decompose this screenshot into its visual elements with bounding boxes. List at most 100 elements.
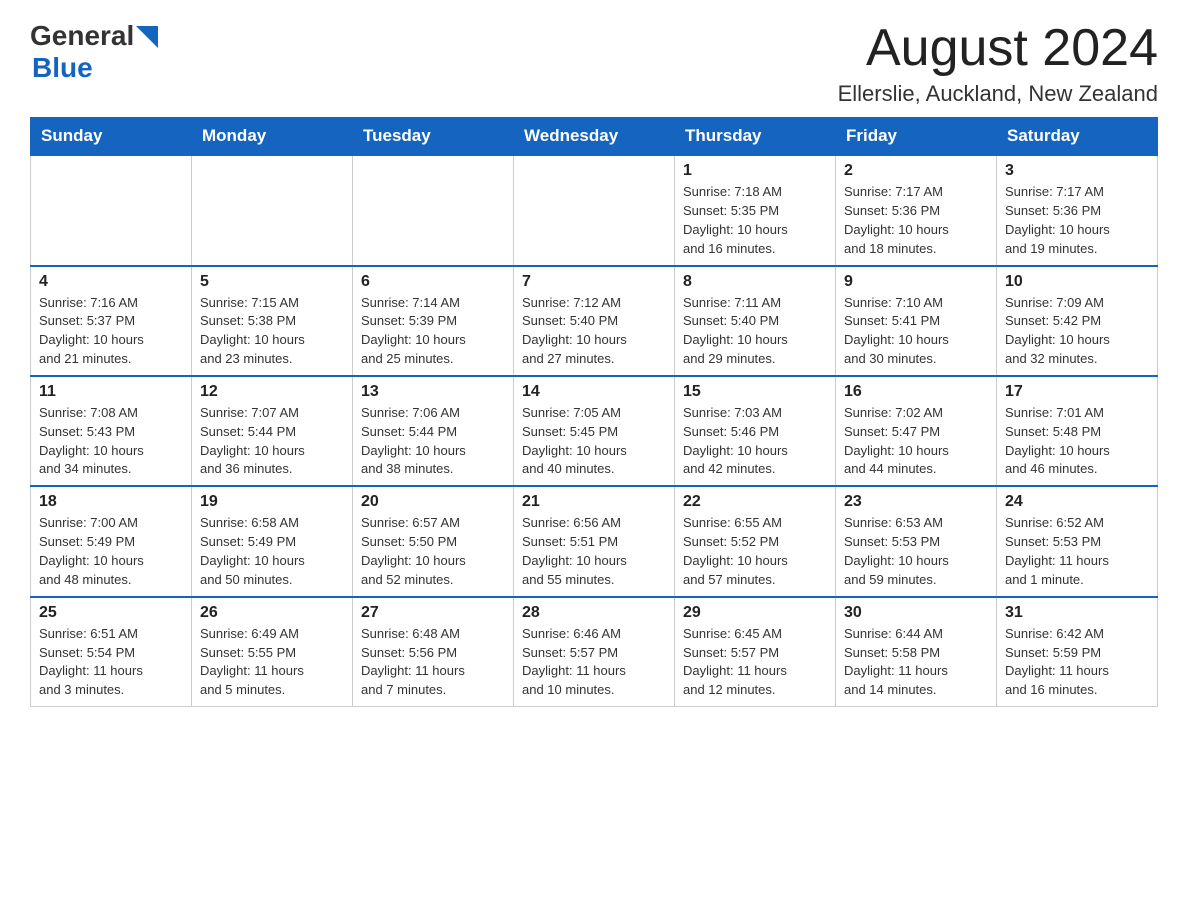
day-info: Sunrise: 6:56 AM Sunset: 5:51 PM Dayligh… (522, 514, 666, 589)
day-number: 8 (683, 273, 827, 291)
day-number: 12 (200, 383, 344, 401)
day-number: 4 (39, 273, 183, 291)
calendar-cell: 12 Sunrise: 7:07 AM Sunset: 5:44 PM Dayli… (192, 376, 353, 486)
day-info: Sunrise: 7:08 AM Sunset: 5:43 PM Dayligh… (39, 404, 183, 479)
day-number: 23 (844, 493, 988, 511)
day-info: Sunrise: 7:11 AM Sunset: 5:40 PM Dayligh… (683, 294, 827, 369)
page-header: General Blue August 2024 Ellerslie, Auck… (30, 20, 1158, 107)
calendar-cell: 20Sunrise: 6:57 AM Sunset: 5:50 PM Dayli… (353, 486, 514, 596)
day-number: 17 (1005, 383, 1149, 401)
calendar-cell: 9Sunrise: 7:10 AM Sunset: 5:41 PM Daylig… (836, 266, 997, 376)
day-number: 29 (683, 604, 827, 622)
day-info: Sunrise: 6:48 AM Sunset: 5:56 PM Dayligh… (361, 625, 505, 700)
title-section: August 2024 Ellerslie, Auckland, New Zea… (838, 20, 1158, 107)
day-number: 11 (39, 383, 183, 401)
day-info: Sunrise: 6:45 AM Sunset: 5:57 PM Dayligh… (683, 625, 827, 700)
day-number: 15 (683, 383, 827, 401)
calendar-cell: 3 Sunrise: 7:17 AM Sunset: 5:36 PM Daylig… (997, 155, 1158, 265)
day-info: Sunrise: 7:17 AM Sunset: 5:36 PM Dayligh… (1005, 183, 1149, 258)
calendar-cell (192, 155, 353, 265)
day-number: 10 (1005, 273, 1149, 291)
day-info: Sunrise: 6:55 AM Sunset: 5:52 PM Dayligh… (683, 514, 827, 589)
day-number: 19 (200, 493, 344, 511)
calendar-cell: 29 Sunrise: 6:45 AM Sunset: 5:57 PM Dayli… (675, 597, 836, 707)
day-info: Sunrise: 7:18 AM Sunset: 5:35 PM Dayligh… (683, 183, 827, 258)
calendar-cell: 25 Sunrise: 6:51 AM Sunset: 5:54 PM Dayli… (31, 597, 192, 707)
day-number: 14 (522, 383, 666, 401)
day-number: 2 (844, 162, 988, 180)
day-info: Sunrise: 7:06 AM Sunset: 5:44 PM Dayligh… (361, 404, 505, 479)
day-info: Sunrise: 7:17 AM Sunset: 5:36 PM Dayligh… (844, 183, 988, 258)
calendar-cell: 27Sunrise: 6:48 AM Sunset: 5:56 PM Dayli… (353, 597, 514, 707)
day-info: Sunrise: 6:42 AM Sunset: 5:59 PM Dayligh… (1005, 625, 1149, 700)
calendar-table: SundayMondayTuesdayWednesdayThursdayFrid… (30, 117, 1158, 707)
header-thursday: Thursday (675, 118, 836, 156)
calendar-cell (514, 155, 675, 265)
day-info: Sunrise: 6:46 AM Sunset: 5:57 PM Dayligh… (522, 625, 666, 700)
calendar-week-1: 1 Sunrise: 7:18 AM Sunset: 5:35 PM Daylig… (31, 155, 1158, 265)
calendar-cell: 24 Sunrise: 6:52 AM Sunset: 5:53 PM Dayli… (997, 486, 1158, 596)
header-tuesday: Tuesday (353, 118, 514, 156)
calendar-cell: 13 Sunrise: 7:06 AM Sunset: 5:44 PM Dayli… (353, 376, 514, 486)
calendar-cell: 2 Sunrise: 7:17 AM Sunset: 5:36 PM Daylig… (836, 155, 997, 265)
calendar-cell: 11 Sunrise: 7:08 AM Sunset: 5:43 PM Dayli… (31, 376, 192, 486)
day-number: 18 (39, 493, 183, 511)
day-info: Sunrise: 7:14 AM Sunset: 5:39 PM Dayligh… (361, 294, 505, 369)
calendar-cell: 6 Sunrise: 7:14 AM Sunset: 5:39 PM Daylig… (353, 266, 514, 376)
calendar-cell: 7 Sunrise: 7:12 AM Sunset: 5:40 PM Daylig… (514, 266, 675, 376)
calendar-cell: 16 Sunrise: 7:02 AM Sunset: 5:47 PM Dayli… (836, 376, 997, 486)
calendar-week-2: 4 Sunrise: 7:16 AM Sunset: 5:37 PM Daylig… (31, 266, 1158, 376)
day-info: Sunrise: 7:07 AM Sunset: 5:44 PM Dayligh… (200, 404, 344, 479)
logo-general-text: General (30, 20, 134, 52)
calendar-cell: 18Sunrise: 7:00 AM Sunset: 5:49 PM Dayli… (31, 486, 192, 596)
calendar-cell: 28 Sunrise: 6:46 AM Sunset: 5:57 PM Dayli… (514, 597, 675, 707)
day-info: Sunrise: 6:53 AM Sunset: 5:53 PM Dayligh… (844, 514, 988, 589)
day-info: Sunrise: 6:52 AM Sunset: 5:53 PM Dayligh… (1005, 514, 1149, 589)
day-number: 16 (844, 383, 988, 401)
day-number: 1 (683, 162, 827, 180)
day-number: 22 (683, 493, 827, 511)
day-number: 24 (1005, 493, 1149, 511)
calendar-cell: 15Sunrise: 7:03 AM Sunset: 5:46 PM Dayli… (675, 376, 836, 486)
calendar-cell: 8 Sunrise: 7:11 AM Sunset: 5:40 PM Daylig… (675, 266, 836, 376)
day-number: 5 (200, 273, 344, 291)
calendar-cell: 22 Sunrise: 6:55 AM Sunset: 5:52 PM Dayli… (675, 486, 836, 596)
calendar-week-4: 18Sunrise: 7:00 AM Sunset: 5:49 PM Dayli… (31, 486, 1158, 596)
day-number: 20 (361, 493, 505, 511)
calendar-cell: 17 Sunrise: 7:01 AM Sunset: 5:48 PM Dayli… (997, 376, 1158, 486)
header-saturday: Saturday (997, 118, 1158, 156)
calendar-cell: 4 Sunrise: 7:16 AM Sunset: 5:37 PM Daylig… (31, 266, 192, 376)
day-number: 13 (361, 383, 505, 401)
day-info: Sunrise: 7:01 AM Sunset: 5:48 PM Dayligh… (1005, 404, 1149, 479)
day-info: Sunrise: 6:58 AM Sunset: 5:49 PM Dayligh… (200, 514, 344, 589)
day-info: Sunrise: 7:05 AM Sunset: 5:45 PM Dayligh… (522, 404, 666, 479)
day-info: Sunrise: 6:44 AM Sunset: 5:58 PM Dayligh… (844, 625, 988, 700)
calendar-week-5: 25 Sunrise: 6:51 AM Sunset: 5:54 PM Dayli… (31, 597, 1158, 707)
day-number: 21 (522, 493, 666, 511)
calendar-cell: 30 Sunrise: 6:44 AM Sunset: 5:58 PM Dayli… (836, 597, 997, 707)
location-text: Ellerslie, Auckland, New Zealand (838, 81, 1158, 107)
logo-blue-text: Blue (32, 52, 93, 83)
day-info: Sunrise: 6:49 AM Sunset: 5:55 PM Dayligh… (200, 625, 344, 700)
day-info: Sunrise: 6:51 AM Sunset: 5:54 PM Dayligh… (39, 625, 183, 700)
calendar-cell: 14 Sunrise: 7:05 AM Sunset: 5:45 PM Dayli… (514, 376, 675, 486)
day-number: 28 (522, 604, 666, 622)
day-info: Sunrise: 7:10 AM Sunset: 5:41 PM Dayligh… (844, 294, 988, 369)
calendar-cell: 23 Sunrise: 6:53 AM Sunset: 5:53 PM Dayli… (836, 486, 997, 596)
day-number: 31 (1005, 604, 1149, 622)
day-number: 7 (522, 273, 666, 291)
day-number: 30 (844, 604, 988, 622)
calendar-cell: 10Sunrise: 7:09 AM Sunset: 5:42 PM Dayli… (997, 266, 1158, 376)
day-number: 6 (361, 273, 505, 291)
day-number: 3 (1005, 162, 1149, 180)
day-info: Sunrise: 7:16 AM Sunset: 5:37 PM Dayligh… (39, 294, 183, 369)
day-info: Sunrise: 7:12 AM Sunset: 5:40 PM Dayligh… (522, 294, 666, 369)
calendar-cell: 31 Sunrise: 6:42 AM Sunset: 5:59 PM Dayli… (997, 597, 1158, 707)
header-sunday: Sunday (31, 118, 192, 156)
calendar-header-row: SundayMondayTuesdayWednesdayThursdayFrid… (31, 118, 1158, 156)
day-info: Sunrise: 7:02 AM Sunset: 5:47 PM Dayligh… (844, 404, 988, 479)
logo-triangle-icon (136, 26, 158, 48)
calendar-cell: 21 Sunrise: 6:56 AM Sunset: 5:51 PM Dayli… (514, 486, 675, 596)
logo: General Blue (30, 20, 158, 84)
day-number: 25 (39, 604, 183, 622)
